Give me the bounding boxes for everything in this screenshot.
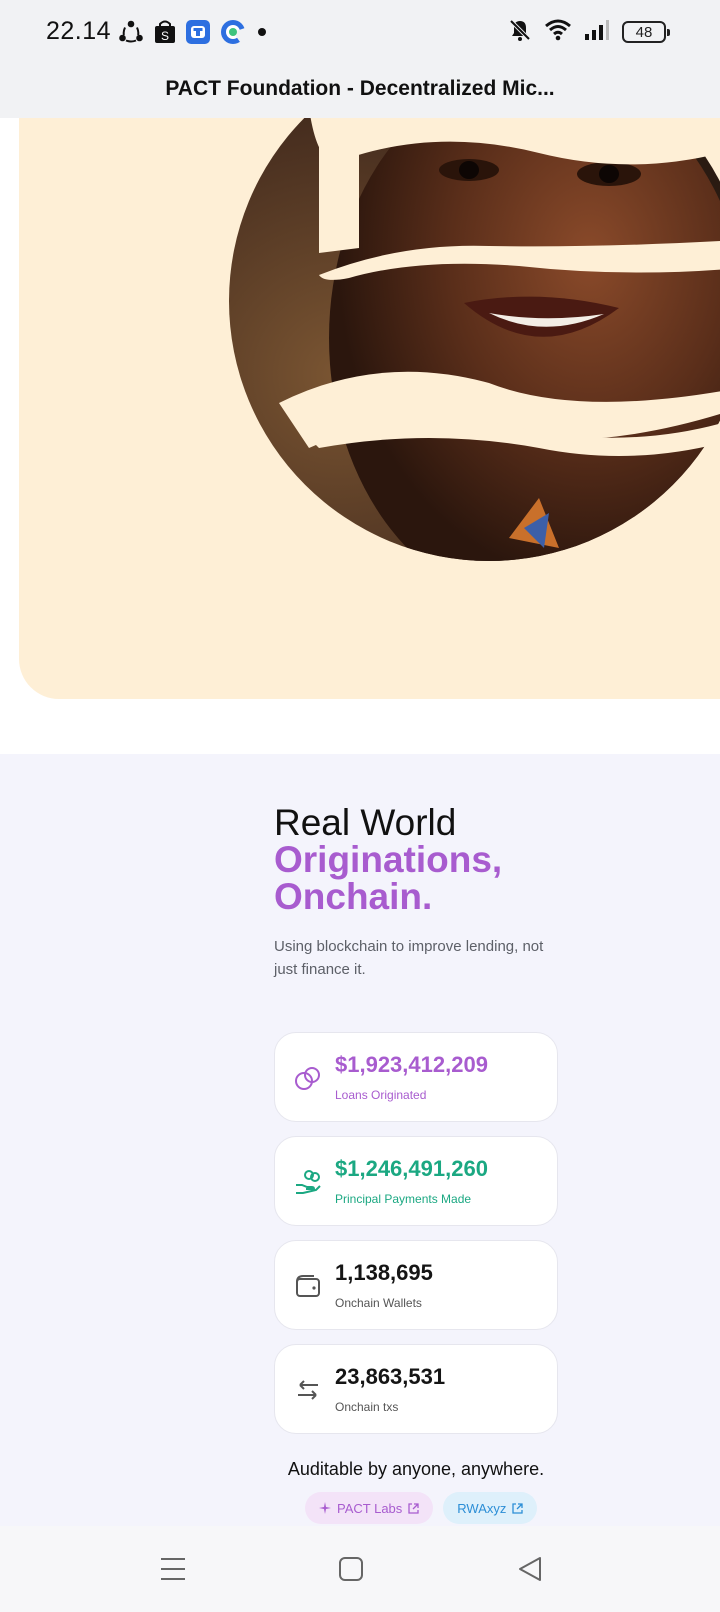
- shopee-bag-icon: S: [154, 20, 176, 44]
- sparkle-icon: [319, 1502, 331, 1514]
- stat-card-onchain-wallets: 1,138,695 Onchain Wallets: [274, 1240, 558, 1330]
- system-nav-bar: [0, 1526, 720, 1612]
- pact-labs-link[interactable]: PACT Labs: [305, 1492, 434, 1524]
- home-button[interactable]: [334, 1554, 368, 1584]
- page-title: PACT Foundation - Decentralized Mic...: [165, 77, 555, 100]
- stat-card-principal-payments: $1,246,491,260 Principal Payments Made: [274, 1136, 558, 1226]
- back-button[interactable]: [513, 1554, 547, 1584]
- signal-icon: [584, 19, 610, 46]
- rwaxyz-label: RWAxyz: [457, 1500, 507, 1516]
- stat-label: Loans Originated: [335, 1088, 427, 1102]
- hand-coins-icon: [293, 1167, 323, 1197]
- status-icons-left: S: [118, 18, 268, 46]
- stat-card-loans-originated: $1,923,412,209 Loans Originated: [274, 1032, 558, 1122]
- auditable-text: Auditable by anyone, anywhere.: [287, 1459, 545, 1479]
- headline-line-1: Real World: [274, 802, 457, 843]
- menu-icon: [161, 1558, 185, 1580]
- home-square-icon: [339, 1557, 363, 1581]
- status-icons-right: 48: [508, 18, 670, 47]
- rwaxyz-link[interactable]: RWAxyz: [443, 1492, 538, 1524]
- screen: 22.14 S 48 PACT Foundation - Decentraliz…: [0, 0, 720, 1612]
- share-icon: [118, 19, 144, 45]
- section-subtext: Using blockchain to improve lending, not…: [274, 938, 544, 978]
- external-link-icon: [408, 1502, 419, 1514]
- notification-dot-icon: [256, 26, 268, 38]
- browser-title-bar: PACT Foundation - Decentralized Mic...: [0, 60, 720, 118]
- headline-line-2: Originations,: [274, 839, 503, 880]
- hero-card: [19, 118, 720, 699]
- app-t-icon: [186, 20, 210, 44]
- mute-icon: [508, 18, 532, 47]
- wallet-icon: [293, 1271, 323, 1301]
- stat-value: $1,246,491,260: [335, 1156, 488, 1181]
- section-headline: Real World Originations, Onchain.: [274, 804, 558, 915]
- stat-value: 23,863,531: [335, 1364, 446, 1389]
- stat-label: Onchain txs: [335, 1400, 399, 1414]
- stat-value: 1,138,695: [335, 1260, 433, 1285]
- stat-label: Onchain Wallets: [335, 1296, 422, 1310]
- battery-icon: 48: [622, 21, 670, 43]
- stats-intro: Real World Originations, Onchain. Using …: [274, 804, 558, 981]
- status-time: 22.14: [46, 17, 112, 45]
- pact-labs-label: PACT Labs: [337, 1500, 403, 1516]
- wifi-icon: [544, 18, 572, 47]
- headline-line-3: Onchain.: [274, 876, 433, 917]
- source-links: PACT Labs RWAxyz: [305, 1492, 538, 1524]
- stat-card-onchain-txs: 23,863,531 Onchain txs: [274, 1344, 558, 1434]
- stat-value: $1,923,412,209: [335, 1052, 488, 1077]
- hero-area: [0, 118, 720, 754]
- arrows-exchange-icon: [293, 1375, 323, 1405]
- menu-button[interactable]: [156, 1554, 190, 1584]
- external-link-icon: [512, 1502, 524, 1514]
- svg-text:S: S: [161, 29, 169, 43]
- coins-icon: [293, 1063, 323, 1093]
- status-bar: 22.14 S 48: [0, 0, 720, 60]
- stats-section: Real World Originations, Onchain. Using …: [0, 754, 720, 1526]
- back-triangle-icon: [519, 1557, 541, 1581]
- chrome-like-icon: [220, 19, 246, 45]
- hero-portrait-image: [229, 118, 720, 561]
- stat-label: Principal Payments Made: [335, 1192, 472, 1206]
